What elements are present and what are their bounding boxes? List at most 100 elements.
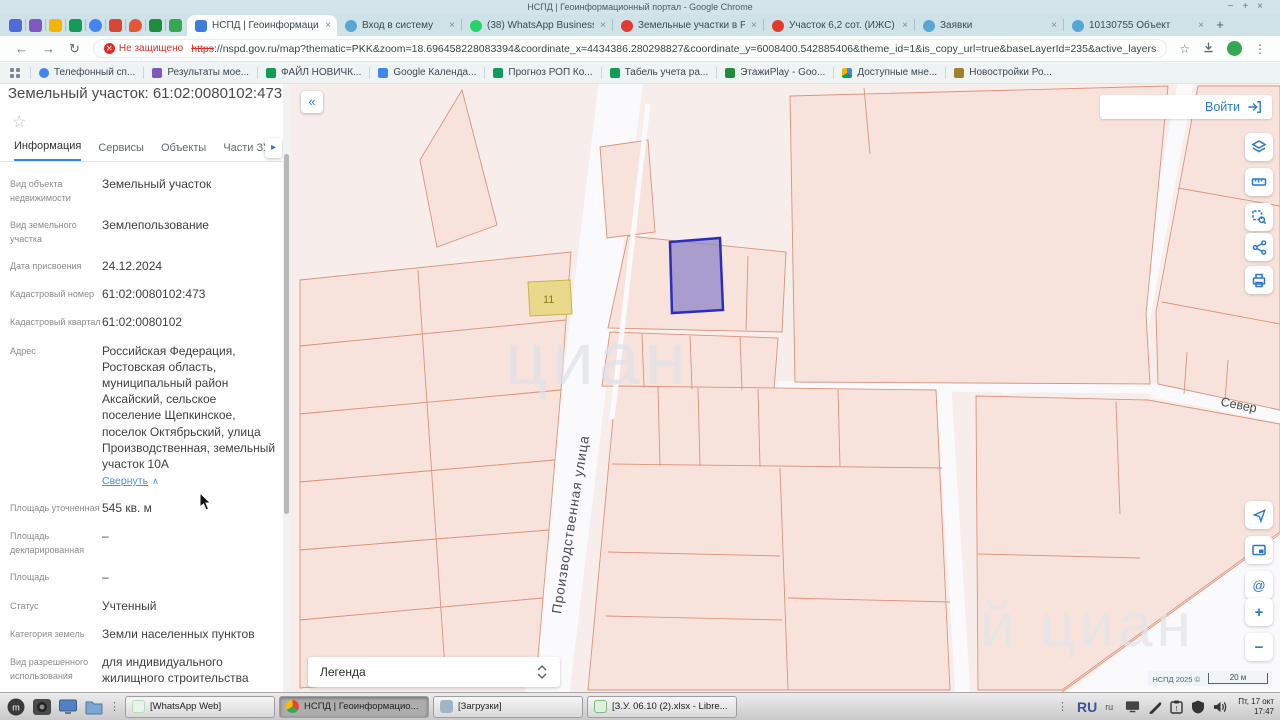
bookmark-item[interactable]: Табель учета ра... — [610, 67, 709, 78]
back-button[interactable]: ← — [15, 41, 28, 56]
tab-close-icon[interactable]: × — [1051, 20, 1057, 31]
taskbar-window-spreadsheet[interactable]: [З.У. 06.10 (2).xlsx - Libre... — [587, 696, 737, 718]
pinned-tab-doc-red-icon[interactable] — [109, 19, 122, 32]
window-controls[interactable]: −+× — [1227, 0, 1272, 14]
reload-button[interactable]: ↻ — [69, 41, 80, 57]
tab-close-icon[interactable]: × — [751, 20, 757, 31]
bookmark-item[interactable]: Доступные мне... — [842, 67, 937, 78]
bookmark-item[interactable]: Результаты мое... — [152, 67, 249, 78]
parcel[interactable] — [600, 140, 655, 238]
bookmark-item[interactable]: Телефонный сп... — [39, 67, 135, 78]
pinned-tab-doc-blue-icon[interactable] — [9, 19, 22, 32]
bookmark-item[interactable]: ЭтажиPlay - Goo... — [725, 67, 825, 78]
security-badge[interactable]: ✕ Не защищено — [104, 43, 183, 54]
camera-tool-icon[interactable] — [32, 697, 52, 717]
parcel[interactable] — [420, 90, 497, 247]
clipboard-tray-icon[interactable]: ! — [1170, 700, 1183, 714]
bookmark-item[interactable]: Прогноз РОП Ко... — [493, 67, 592, 78]
print-icon — [1251, 272, 1267, 288]
forward-button[interactable]: → — [42, 41, 55, 56]
start-menu-icon[interactable]: m — [6, 697, 26, 717]
tab-requests[interactable]: Заявки × — [915, 15, 1063, 36]
apps-grid-icon[interactable] — [10, 68, 20, 78]
bookmark-item[interactable]: Google Календа... — [378, 67, 476, 78]
tab-object[interactable]: 10130755 Объект × — [1064, 15, 1210, 36]
tab-login-system[interactable]: Вход в систему × — [337, 15, 461, 36]
tab-close-icon[interactable]: × — [449, 20, 455, 31]
favorite-star-icon[interactable]: ☆ — [0, 102, 290, 134]
share-button[interactable] — [1245, 233, 1273, 261]
collapse-link[interactable]: Свернуть — [102, 474, 148, 488]
coordinate-search-button[interactable]: @ — [1245, 571, 1273, 599]
tab-services[interactable]: Сервисы — [98, 142, 144, 161]
tab-close-icon[interactable]: × — [325, 20, 331, 31]
pen-tray-icon[interactable] — [1148, 700, 1162, 714]
menu-kebab-icon[interactable]: ⋮ — [1254, 42, 1266, 56]
parcel[interactable] — [588, 386, 950, 690]
address-bar[interactable]: ✕ Не защищено https://nspd.gov.ru/map?th… — [93, 39, 1167, 58]
tab-parcel-parts[interactable]: Части ЗУ — [223, 142, 270, 161]
bookmark-label: Результаты мое... — [167, 67, 249, 78]
url-text[interactable]: https://nspd.gov.ru/map?thematic=PKK&zoo… — [191, 43, 1156, 55]
tab-close-icon[interactable]: × — [600, 20, 606, 31]
print-button[interactable] — [1245, 266, 1273, 294]
download-icon[interactable] — [1202, 41, 1215, 57]
language-indicator[interactable]: RU — [1077, 699, 1097, 715]
parcel[interactable] — [790, 86, 1168, 384]
taskbar-window-label: [WhatsApp Web] — [150, 701, 221, 712]
clock[interactable]: Пт, 17 окт 17:47 — [1238, 697, 1274, 717]
chevron-up-icon[interactable]: ∧ — [152, 476, 159, 486]
display-tray-icon[interactable] — [1125, 700, 1140, 714]
separator — [716, 67, 717, 79]
field-label: Статус — [10, 598, 102, 614]
pinned-tabs[interactable] — [0, 14, 187, 36]
login-button[interactable]: Войти — [1100, 95, 1272, 119]
geolocation-button[interactable] — [1245, 501, 1273, 529]
zoom-out-button[interactable]: − — [1245, 633, 1273, 661]
tab-nspd[interactable]: НСПД | Геоинформацион... × — [187, 15, 337, 36]
pinned-tab-doc-orange-icon[interactable] — [49, 19, 62, 32]
taskbar-window-whatsapp[interactable]: [WhatsApp Web] — [125, 696, 275, 718]
overview-map-button[interactable] — [1245, 536, 1273, 564]
tab-information[interactable]: Информация — [14, 140, 81, 161]
selected-parcel[interactable] — [670, 238, 723, 313]
pinned-tab-doc-purple-icon[interactable] — [29, 19, 42, 32]
maximize-button[interactable]: + — [1242, 1, 1257, 12]
tab-close-icon[interactable]: × — [902, 20, 908, 31]
minimize-button[interactable]: − — [1227, 1, 1242, 12]
panel-scrollbar[interactable] — [283, 84, 290, 692]
area-search-button[interactable] — [1245, 203, 1273, 231]
expand-collapse-icon[interactable] — [536, 664, 548, 680]
pinned-tab-sheet-green-icon[interactable] — [149, 19, 162, 32]
profile-avatar[interactable] — [1227, 41, 1242, 56]
pinned-tab-circle-blue-icon[interactable] — [89, 19, 102, 32]
tab-land-parcels[interactable]: Земельные участки в Рос... × — [613, 15, 763, 36]
pinned-tab-flame-red-icon[interactable] — [129, 19, 142, 32]
language-indicator-small[interactable]: ru — [1105, 702, 1113, 712]
taskbar-window-nspd[interactable]: НСПД | Геоинформацио... — [279, 696, 429, 718]
panel-collapse-button[interactable]: « — [301, 91, 323, 113]
taskbar-window-downloads[interactable]: [Загрузки] — [433, 696, 583, 718]
tab-objects[interactable]: Объекты — [161, 142, 206, 161]
legend-bar[interactable]: Легенда — [308, 657, 560, 687]
pinned-tab-sheet-green-icon[interactable] — [69, 19, 82, 32]
file-manager-icon[interactable] — [84, 697, 104, 717]
tab-parcel-listing[interactable]: Участок 6,2 сот. (ИЖС) на... × — [764, 15, 914, 36]
pinned-tab-sheet-green-icon[interactable] — [169, 19, 182, 32]
bookmark-star-icon[interactable]: ☆ — [1179, 42, 1190, 56]
new-tab-button[interactable]: + — [1210, 15, 1230, 35]
tab-close-icon[interactable]: × — [1198, 20, 1204, 31]
cadastral-map[interactable]: циан й циан 11 Производственная улица Се… — [290, 84, 1280, 692]
more-tabs-arrow-icon[interactable]: ▸ — [265, 138, 282, 158]
bookmark-item[interactable]: ФАЙЛ НОВИЧК... — [266, 67, 361, 78]
zoom-in-button[interactable]: + — [1245, 598, 1273, 626]
volume-tray-icon[interactable] — [1213, 700, 1228, 714]
show-desktop-icon[interactable] — [58, 697, 78, 717]
layers-button[interactable] — [1245, 133, 1273, 161]
bookmark-item[interactable]: Новостройки Ро... — [954, 67, 1052, 78]
shield-tray-icon[interactable] — [1191, 700, 1205, 714]
scrollbar-thumb[interactable] — [284, 154, 289, 514]
tab-whatsapp[interactable]: (38) WhatsApp Business × — [462, 15, 612, 36]
close-button[interactable]: × — [1257, 1, 1272, 12]
ruler-button[interactable] — [1245, 168, 1273, 196]
